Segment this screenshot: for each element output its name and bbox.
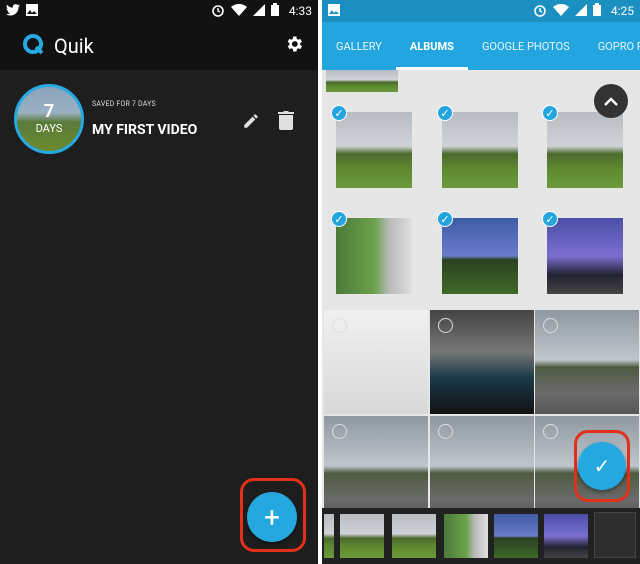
- video-title: MY FIRST VIDEO: [92, 122, 198, 138]
- tab-gopro[interactable]: GOPRO PL: [584, 22, 640, 70]
- selected-check-icon[interactable]: ✓: [542, 105, 558, 121]
- video-card[interactable]: 7 DAYS SAVED FOR 7 DAYS MY FIRST VIDEO: [14, 84, 318, 156]
- unselected-circle-icon[interactable]: [543, 424, 558, 439]
- unselected-circle-icon[interactable]: [438, 424, 453, 439]
- app-bar: Quik: [0, 22, 318, 70]
- photo-thumb[interactable]: ✓: [535, 204, 639, 308]
- selected-thumb[interactable]: [494, 514, 538, 558]
- alarm-icon: [211, 3, 225, 20]
- days-badge: 7 DAYS: [14, 84, 84, 154]
- selected-check-icon[interactable]: ✓: [331, 211, 347, 227]
- alarm-icon: [533, 3, 547, 20]
- selected-check-icon[interactable]: ✓: [437, 211, 453, 227]
- image-icon: [328, 3, 340, 19]
- saved-caption: SAVED FOR 7 DAYS: [92, 100, 156, 108]
- status-time: 4:33: [288, 4, 312, 18]
- photo-grid: ✓ ✓ ✓ ✓ ✓ ✓ ✓: [322, 70, 640, 508]
- empty-slot: [594, 512, 636, 558]
- edit-pencil-icon[interactable]: [242, 112, 260, 134]
- battery-icon: [592, 3, 601, 19]
- photo-thumb[interactable]: ✓: [430, 98, 534, 202]
- unselected-circle-icon[interactable]: [332, 318, 347, 333]
- unselected-circle-icon[interactable]: [332, 424, 347, 439]
- image-icon: [26, 3, 38, 19]
- photo-thumb[interactable]: [430, 310, 534, 414]
- tab-google-photos[interactable]: GOOGLE PHOTOS: [468, 22, 584, 70]
- selected-thumb[interactable]: [340, 514, 384, 558]
- photo-thumb[interactable]: ✓: [324, 204, 428, 308]
- photo-thumb[interactable]: ✓: [535, 98, 639, 202]
- quik-home-screen: 4:33 Quik 7 DAYS SAVED FOR 7 DAYS MY FIR…: [0, 0, 318, 564]
- add-video-button[interactable]: +: [247, 492, 297, 542]
- selected-thumb[interactable]: [444, 514, 488, 558]
- days-number: 7: [43, 101, 55, 122]
- status-time: 4:25: [610, 4, 634, 18]
- album-picker-screen: 4:25 GALLERY ALBUMS GOOGLE PHOTOS GOPRO …: [322, 0, 640, 564]
- status-bar: 4:25: [322, 0, 640, 22]
- status-bar: 4:33: [0, 0, 318, 22]
- selected-check-icon[interactable]: ✓: [331, 105, 347, 121]
- signal-icon: [252, 3, 265, 19]
- settings-gear-icon[interactable]: [284, 34, 304, 58]
- selected-check-icon[interactable]: ✓: [542, 211, 558, 227]
- signal-icon: [574, 3, 587, 19]
- selected-thumb[interactable]: [544, 514, 588, 558]
- unselected-circle-icon[interactable]: [543, 318, 558, 333]
- delete-trash-icon[interactable]: [278, 110, 294, 134]
- battery-icon: [270, 3, 279, 19]
- tab-albums[interactable]: ALBUMS: [395, 22, 468, 70]
- photo-thumb[interactable]: [322, 70, 426, 96]
- photo-thumb[interactable]: ✓: [430, 204, 534, 308]
- scroll-up-button[interactable]: [594, 84, 628, 118]
- tab-gallery[interactable]: GALLERY: [322, 22, 396, 70]
- video-list: 7 DAYS SAVED FOR 7 DAYS MY FIRST VIDEO +: [0, 70, 318, 564]
- photo-thumb[interactable]: [324, 416, 428, 508]
- unselected-circle-icon[interactable]: [438, 318, 453, 333]
- selected-check-icon[interactable]: ✓: [437, 105, 453, 121]
- app-title: Quik: [54, 34, 94, 58]
- selected-tray: [322, 508, 640, 564]
- twitter-icon: [6, 3, 20, 19]
- photo-thumb[interactable]: ✓: [324, 98, 428, 202]
- source-tabs: GALLERY ALBUMS GOOGLE PHOTOS GOPRO PL: [322, 22, 640, 70]
- photo-thumb[interactable]: [430, 416, 534, 508]
- selected-thumb[interactable]: [392, 514, 436, 558]
- wifi-icon: [552, 3, 569, 19]
- photo-thumb[interactable]: [324, 310, 428, 414]
- wifi-icon: [230, 3, 247, 19]
- days-label: DAYS: [35, 122, 63, 135]
- selected-thumb[interactable]: [324, 514, 334, 558]
- confirm-selection-button[interactable]: ✓: [578, 442, 626, 490]
- photo-thumb[interactable]: [535, 310, 639, 414]
- quik-logo-icon: [22, 33, 44, 59]
